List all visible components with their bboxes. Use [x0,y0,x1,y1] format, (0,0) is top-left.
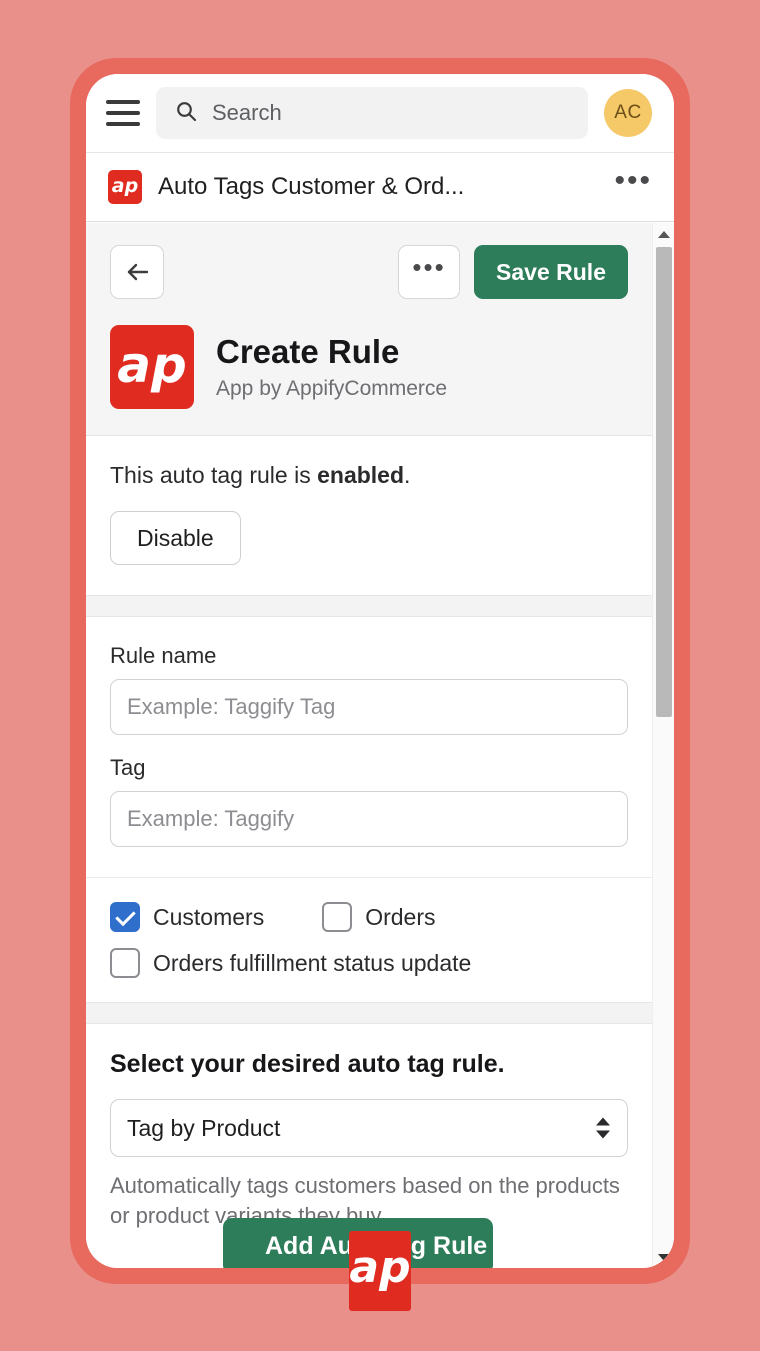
rule-fields-section: Rule name Tag [86,617,652,877]
checkbox-orders-fulfillment-label: Orders fulfillment status update [153,949,472,976]
search-input[interactable]: Search [156,87,588,139]
rule-name-input[interactable] [110,679,628,735]
save-rule-button[interactable]: Save Rule [474,245,628,299]
checkbox-orders[interactable]: Orders [322,902,436,932]
app-bar: ap Auto Tags Customer & Ord... ••• [86,152,674,222]
scrollbar[interactable] [652,223,674,1268]
tag-input[interactable] [110,791,628,847]
page-title-row: ap Create Rule App by AppifyCommerce [110,325,628,409]
status-suffix: . [404,462,411,488]
rule-select-wrapper: Tag by Product [110,1099,628,1157]
scrollbar-down-arrow[interactable] [653,1246,674,1268]
browser-top-bar: Search AC [86,74,674,152]
checkbox-orders-label: Orders [365,903,436,930]
more-options-button[interactable]: ••• [398,245,461,299]
rule-name-field: Rule name [110,643,628,735]
scroll-content: ••• Save Rule ap Create Rule App by Appi… [86,223,652,1268]
page-app-logo-icon: ap [110,325,194,409]
checkbox-orders-box[interactable] [322,902,353,932]
phone-frame: Search AC ap Auto Tags Customer & Ord...… [70,58,690,1284]
avatar[interactable]: AC [604,89,652,137]
scroll-area: ••• Save Rule ap Create Rule App by Appi… [86,223,674,1268]
checkbox-orders-fulfillment[interactable]: Orders fulfillment status update [110,948,471,978]
scope-checkbox-section: Customers Orders Orders fulfillment stat… [86,877,652,1002]
status-state: enabled [317,462,405,488]
page-title: Create Rule [216,333,400,370]
tag-label: Tag [110,755,146,780]
section-divider [86,595,652,617]
checkbox-customers-label: Customers [153,903,265,930]
checkbox-row: Customers Orders [110,902,628,932]
hamburger-menu-icon[interactable] [106,100,140,126]
app-bar-title: Auto Tags Customer & Ord... [158,173,465,200]
checkbox-orders-fulfillment-box[interactable] [110,948,140,978]
rule-select[interactable]: Tag by Product [110,1099,628,1157]
rule-name-label: Rule name [110,643,217,668]
page-title-block: Create Rule App by AppifyCommerce [216,333,447,401]
checkbox-customers[interactable]: Customers [110,902,264,932]
search-placeholder-text: Search [212,100,282,125]
app-bar-more-icon[interactable]: ••• [614,166,652,198]
phone-screen: Search AC ap Auto Tags Customer & Ord...… [86,74,674,1268]
page-subtitle: App by AppifyCommerce [216,377,448,400]
checkbox-customers-box[interactable] [110,902,140,932]
search-icon [174,99,198,128]
rule-status-text: This auto tag rule is enabled. [110,462,628,489]
status-section: This auto tag rule is enabled. Disable [86,436,652,595]
status-prefix: This auto tag rule is [110,462,318,488]
scrollbar-thumb[interactable] [656,247,672,717]
rule-select-heading: Select your desired auto tag rule. [110,1050,505,1078]
section-divider [86,1002,652,1024]
floating-app-badge-icon: ap [349,1231,411,1311]
checkbox-row: Orders fulfillment status update [110,948,628,978]
page-header: ••• Save Rule ap Create Rule App by Appi… [86,223,652,436]
page-header-actions: ••• Save Rule [110,245,628,299]
disable-button[interactable]: Disable [110,511,241,565]
back-button[interactable] [110,245,164,299]
tag-field: Tag [110,755,628,847]
scrollbar-up-arrow[interactable] [653,223,674,245]
app-logo-icon: ap [108,170,142,204]
